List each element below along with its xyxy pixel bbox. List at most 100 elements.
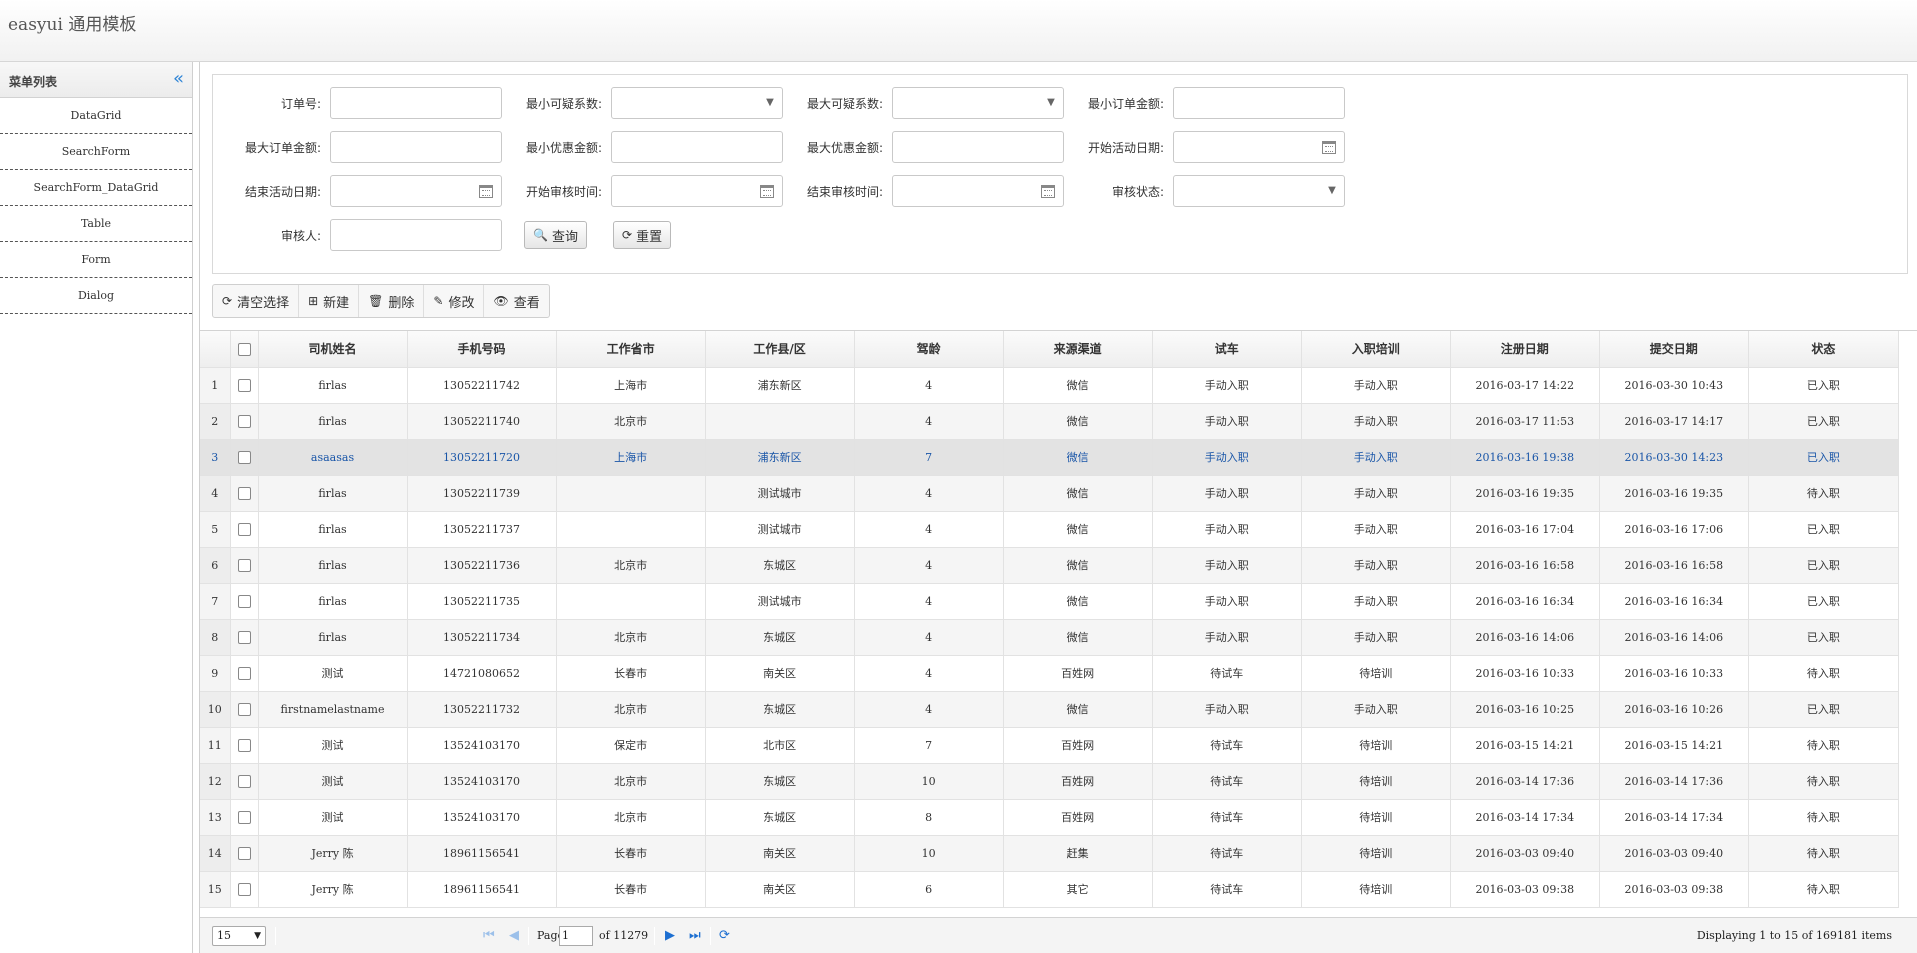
prev-page-icon[interactable]: ◀: [509, 929, 519, 943]
row-checkbox[interactable]: [237, 666, 251, 680]
reset-button[interactable]: ⟳ 重置: [613, 221, 672, 249]
table-row[interactable]: 7 firlas 13052211735 测试城市 4 微信 手动入职 手动入职 2016-03…: [200, 583, 1900, 620]
table-row[interactable]: 2 firlas 13052211740 北京市 4 微信 手动入职 手动入职 2016-03-…: [200, 403, 1900, 440]
sidebar-item-form[interactable]: Form: [0, 242, 192, 278]
table-row[interactable]: 13 测试 13524103170 北京市 东城区 8 百姓网 待试车 待培训 2016-03-1…: [200, 799, 1900, 836]
start-audit-time-input[interactable]: [611, 175, 783, 207]
table-cell: 18961156541: [407, 871, 557, 908]
min-discount-input[interactable]: [611, 131, 783, 163]
row-checkbox[interactable]: [237, 522, 251, 536]
row-checkbox[interactable]: [237, 594, 251, 608]
sidebar-item-table[interactable]: Table: [0, 206, 192, 242]
query-button[interactable]: 🔍 查询: [524, 221, 587, 249]
table-row[interactable]: 4 firlas 13052211739 测试城市 4 微信 手动入职 手动入职 2016-03…: [200, 475, 1900, 512]
table-cell: 微信: [1003, 475, 1153, 512]
table-row[interactable]: 8 firlas 13052211734 北京市 东城区 4 微信 手动入职 手动入职 2016-…: [200, 619, 1900, 656]
table-row[interactable]: 6 firlas 13052211736 北京市 东城区 4 微信 手动入职 手动入职 2016-…: [200, 547, 1900, 584]
new-button[interactable]: ⊞ 新建: [299, 285, 360, 317]
trash-icon: 🗑: [368, 294, 384, 308]
table-cell: 手动入职: [1152, 367, 1302, 404]
calendar-icon[interactable]: [760, 185, 774, 198]
table-cell: 2016-03-16 16:34: [1599, 583, 1749, 620]
edit-button[interactable]: ✎ 修改: [424, 285, 485, 317]
table-cell: 2016-03-16 19:35: [1450, 475, 1600, 512]
row-number: 11: [200, 727, 231, 764]
min-suspect-select[interactable]: ▼: [611, 87, 783, 119]
table-cell: 13052211737: [407, 511, 557, 548]
table-row[interactable]: 9 测试 14721080652 长春市 南关区 4 百姓网 待试车 待培训 2016-03-16…: [200, 655, 1900, 692]
row-checkbox[interactable]: [237, 738, 251, 752]
column-header[interactable]: 来源渠道: [1003, 331, 1153, 368]
column-header[interactable]: 入职培训: [1301, 331, 1451, 368]
scrollbar-gutter[interactable]: [1901, 331, 1917, 907]
column-header[interactable]: 手机号码: [407, 331, 557, 368]
row-checkbox[interactable]: [237, 882, 251, 896]
clear-selection-button[interactable]: ⟳ 清空选择: [213, 285, 300, 317]
calendar-icon[interactable]: [479, 185, 493, 198]
next-page-icon[interactable]: ▶: [665, 929, 675, 943]
row-number: 5: [200, 511, 231, 548]
row-number: 3: [200, 439, 231, 476]
column-header[interactable]: 注册日期: [1450, 331, 1600, 368]
row-checkbox[interactable]: [237, 630, 251, 644]
column-header[interactable]: 驾龄: [854, 331, 1004, 368]
order-no-input[interactable]: [330, 87, 502, 119]
table-row[interactable]: 10 firstnamelastname 13052211732 北京市 东城区 4 微信手…: [200, 691, 1900, 728]
row-checkbox[interactable]: [237, 846, 251, 860]
column-header[interactable]: 状态: [1748, 331, 1900, 368]
min-order-amount-input[interactable]: [1173, 87, 1345, 119]
column-header[interactable]: 试车: [1152, 331, 1302, 368]
page-size-select[interactable]: 15 ▼: [212, 926, 266, 946]
row-checkbox[interactable]: [237, 810, 251, 824]
table-row[interactable]: 1 firlas 13052211742 上海市 浦东新区 4 微信 手动入职 手动入职 2016…: [200, 367, 1900, 404]
min-suspect-label: 最小可疑系数:: [525, 97, 602, 111]
table-row[interactable]: 14 Jerry 陈 18961156541 长春市 南关区 10 赶集 待试车 待培训 2016…: [200, 835, 1900, 872]
row-checkbox[interactable]: [237, 378, 251, 392]
sidebar-item-searchform-datagrid[interactable]: SearchForm_DataGrid: [0, 170, 192, 206]
collapse-left-icon[interactable]: «: [173, 70, 184, 88]
row-checkbox[interactable]: [237, 450, 251, 464]
column-header[interactable]: 工作县/区: [705, 331, 855, 368]
sidebar-item-searchform[interactable]: SearchForm: [0, 134, 192, 170]
table-cell: 测试: [258, 655, 408, 692]
audit-status-select[interactable]: ▼: [1173, 175, 1345, 207]
header-row: 司机姓名 手机号码 工作省市 工作县/区 驾龄 来源渠道 试车 入职培训 注册日期 提交日期 状态: [200, 331, 1900, 368]
column-header[interactable]: 工作省市: [556, 331, 706, 368]
refresh-icon[interactable]: ⟳: [719, 929, 730, 943]
page-number-input[interactable]: 1: [559, 926, 593, 946]
row-checkbox[interactable]: [237, 486, 251, 500]
table-cell: 2016-03-16 16:58: [1450, 547, 1600, 584]
view-button[interactable]: 👁 查看: [484, 285, 548, 317]
calendar-icon[interactable]: [1041, 185, 1055, 198]
start-activity-date-label: 开始活动日期:: [1087, 141, 1164, 155]
calendar-icon[interactable]: [1322, 141, 1336, 154]
end-activity-date-input[interactable]: [330, 175, 502, 207]
column-header[interactable]: 司机姓名: [258, 331, 408, 368]
select-all-checkbox[interactable]: [237, 342, 251, 356]
table-cell: 待试车: [1152, 763, 1302, 800]
table-cell: 微信: [1003, 619, 1153, 656]
table-row[interactable]: 15 Jerry 陈 18961156541 长春市 南关区 6 其它 待试车 待培训 2016-…: [200, 871, 1900, 908]
row-checkbox[interactable]: [237, 702, 251, 716]
end-audit-time-input[interactable]: [892, 175, 1064, 207]
start-activity-date-input[interactable]: [1173, 131, 1345, 163]
table-row[interactable]: 5 firlas 13052211737 测试城市 4 微信 手动入职 手动入职 2016-03…: [200, 511, 1900, 548]
column-header[interactable]: 提交日期: [1599, 331, 1749, 368]
row-number: 1: [200, 367, 231, 404]
table-cell: 东城区: [705, 763, 855, 800]
table-row[interactable]: 3 asaasas 13052211720 上海市 浦东新区 7 微信 手动入职 手动入职 201…: [200, 439, 1900, 476]
row-checkbox[interactable]: [237, 414, 251, 428]
first-page-icon[interactable]: ⏮: [483, 929, 495, 943]
row-checkbox[interactable]: [237, 558, 251, 572]
table-row[interactable]: 11 测试 13524103170 保定市 北市区 7 百姓网 待试车 待培训 2016-03-1…: [200, 727, 1900, 764]
auditor-input[interactable]: [330, 219, 502, 251]
table-row[interactable]: 12 测试 13524103170 北京市 东城区 10 百姓网 待试车 待培训 2016-03-…: [200, 763, 1900, 800]
max-order-amount-input[interactable]: [330, 131, 502, 163]
last-page-icon[interactable]: ⏭: [689, 929, 701, 943]
row-checkbox[interactable]: [237, 774, 251, 788]
sidebar-item-datagrid[interactable]: DataGrid: [0, 98, 192, 134]
max-suspect-select[interactable]: ▼: [892, 87, 1064, 119]
delete-button[interactable]: 🗑 删除: [359, 285, 425, 317]
sidebar-item-dialog[interactable]: Dialog: [0, 278, 192, 314]
max-discount-input[interactable]: [892, 131, 1064, 163]
